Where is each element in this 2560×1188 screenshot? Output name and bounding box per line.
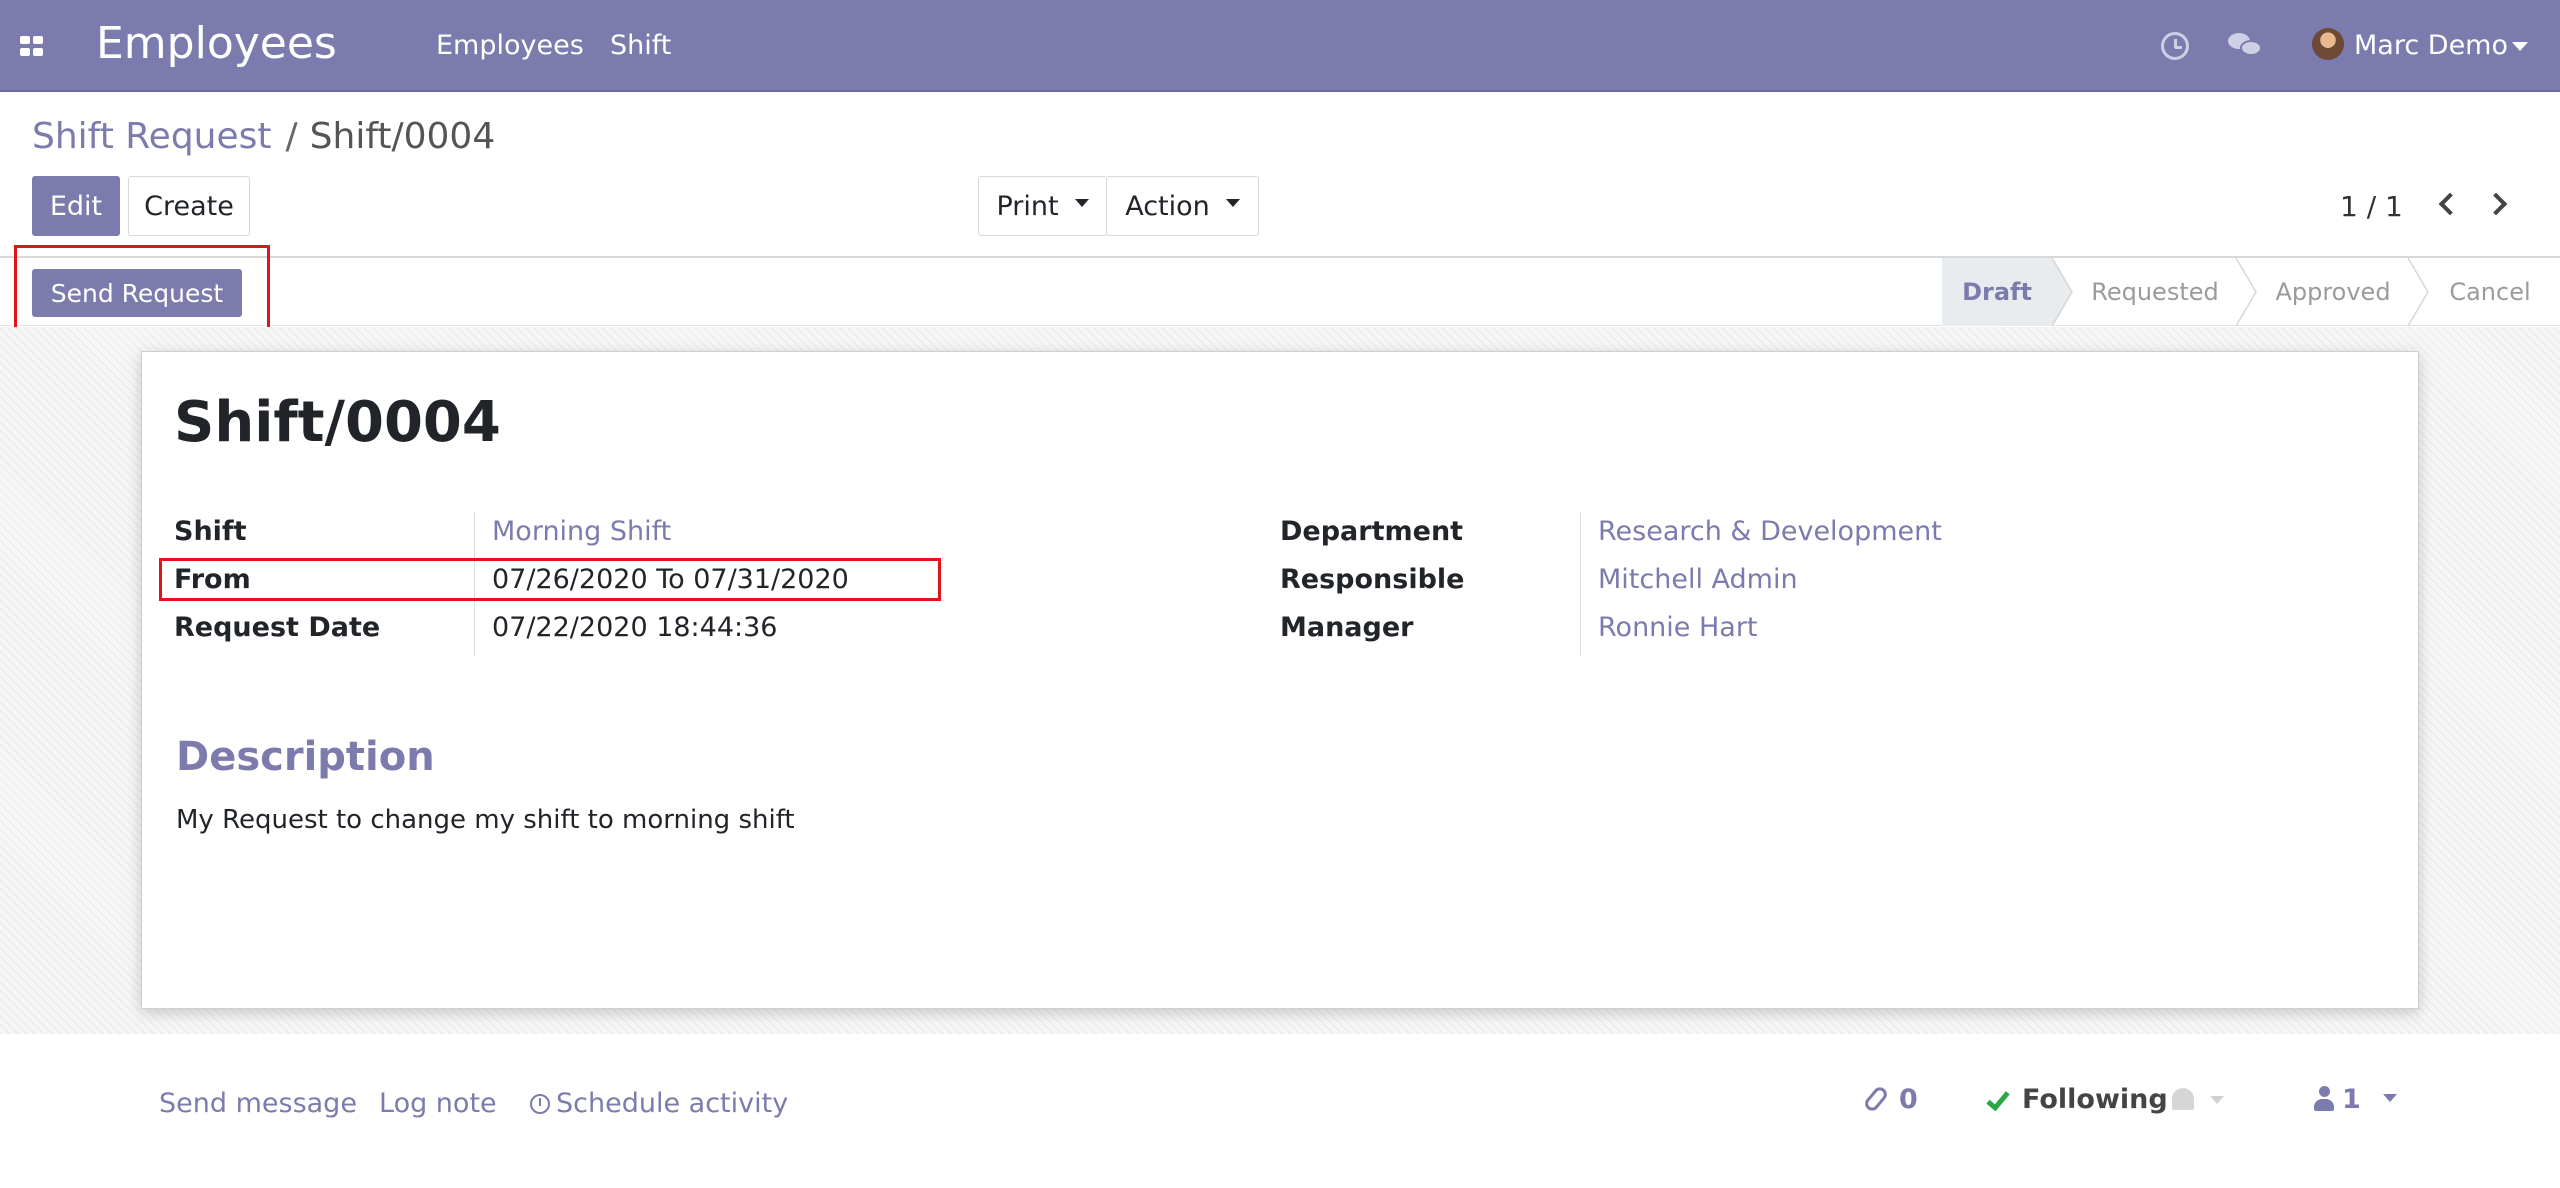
user-menu-name[interactable]: Marc Demo <box>2354 30 2508 61</box>
check-icon <box>1986 1086 2010 1112</box>
chevron-down-icon[interactable] <box>2383 1094 2397 1102</box>
following-button[interactable]: Following <box>2022 1084 2168 1115</box>
send-request-highlight <box>14 245 270 340</box>
schedule-activity-label: Schedule activity <box>556 1088 789 1119</box>
clock-icon <box>530 1094 550 1114</box>
menu-shift[interactable]: Shift <box>610 30 671 61</box>
edit-button[interactable]: Edit <box>32 176 120 236</box>
description-text: My Request to change my shift to morning… <box>176 805 795 835</box>
create-button[interactable]: Create <box>128 176 250 236</box>
field-label-manager: Manager <box>1280 612 1414 643</box>
field-value-request-date: 07/22/2020 18:44:36 <box>492 612 778 643</box>
stage-draft: Draft <box>1942 258 2052 326</box>
stage-requested[interactable]: Requested <box>2074 258 2236 326</box>
menu-employees[interactable]: Employees <box>436 30 584 61</box>
field-value-manager[interactable]: Ronnie Hart <box>1598 612 1758 643</box>
chevron-down-icon <box>1074 199 1089 207</box>
field-label-responsible: Responsible <box>1280 564 1465 595</box>
schedule-activity-button[interactable]: Schedule activity <box>530 1088 788 1119</box>
statusbar: Send Request Draft Requested Approved Ca… <box>0 256 2560 326</box>
paperclip-icon[interactable] <box>1862 1084 1890 1114</box>
action-label: Action <box>1125 190 1210 222</box>
field-value-responsible[interactable]: Mitchell Admin <box>1598 564 1798 595</box>
send-message-button[interactable]: Send message <box>159 1088 357 1119</box>
record-title: Shift/0004 <box>174 390 501 455</box>
field-label-request-date: Request Date <box>174 612 381 643</box>
chevron-down-icon[interactable] <box>2210 1096 2224 1104</box>
breadcrumb: Shift Request / Shift/0004 <box>32 116 495 157</box>
field-label-shift: Shift <box>174 516 247 547</box>
from-row-highlight <box>159 558 941 601</box>
pager-previous-icon[interactable] <box>2438 192 2462 216</box>
stage-cancel[interactable]: Cancel <box>2430 258 2550 326</box>
stage-arrow-icon <box>2408 258 2429 326</box>
bell-icon[interactable] <box>2172 1088 2194 1110</box>
pager-next-icon[interactable] <box>2484 192 2508 216</box>
chevron-down-icon <box>1225 199 1240 207</box>
print-label: Print <box>996 190 1059 222</box>
log-note-button[interactable]: Log note <box>379 1088 497 1119</box>
description-title: Description <box>176 734 435 780</box>
followers-count[interactable]: 1 <box>2342 1084 2361 1115</box>
group-divider-right <box>1580 512 1581 656</box>
stage-arrow-icon <box>2052 258 2073 326</box>
apps-menu-icon[interactable] <box>20 36 44 56</box>
messaging-chat-icon[interactable] <box>2228 31 2262 59</box>
chevron-down-icon[interactable] <box>2512 42 2528 51</box>
stage-approved[interactable]: Approved <box>2258 258 2408 326</box>
stage-arrow-icon <box>2236 258 2257 326</box>
follower-user-icon[interactable] <box>2314 1086 2334 1112</box>
top-navbar: Employees Employees Shift Marc Demo <box>0 0 2560 92</box>
breadcrumb-separator: / <box>285 116 298 157</box>
field-value-shift[interactable]: Morning Shift <box>492 516 671 547</box>
attachments-count[interactable]: 0 <box>1899 1084 1918 1115</box>
user-avatar[interactable] <box>2312 28 2344 60</box>
pager-value[interactable]: 1 / 1 <box>2340 190 2403 223</box>
action-dropdown[interactable]: Action <box>1106 176 1259 236</box>
app-title[interactable]: Employees <box>96 18 337 69</box>
activity-clock-icon[interactable] <box>2161 32 2189 60</box>
field-label-department: Department <box>1280 516 1464 547</box>
print-dropdown[interactable]: Print <box>978 176 1107 236</box>
breadcrumb-shift-request[interactable]: Shift Request <box>32 116 272 157</box>
breadcrumb-current: Shift/0004 <box>309 116 496 157</box>
field-value-department[interactable]: Research & Development <box>1598 516 1942 547</box>
